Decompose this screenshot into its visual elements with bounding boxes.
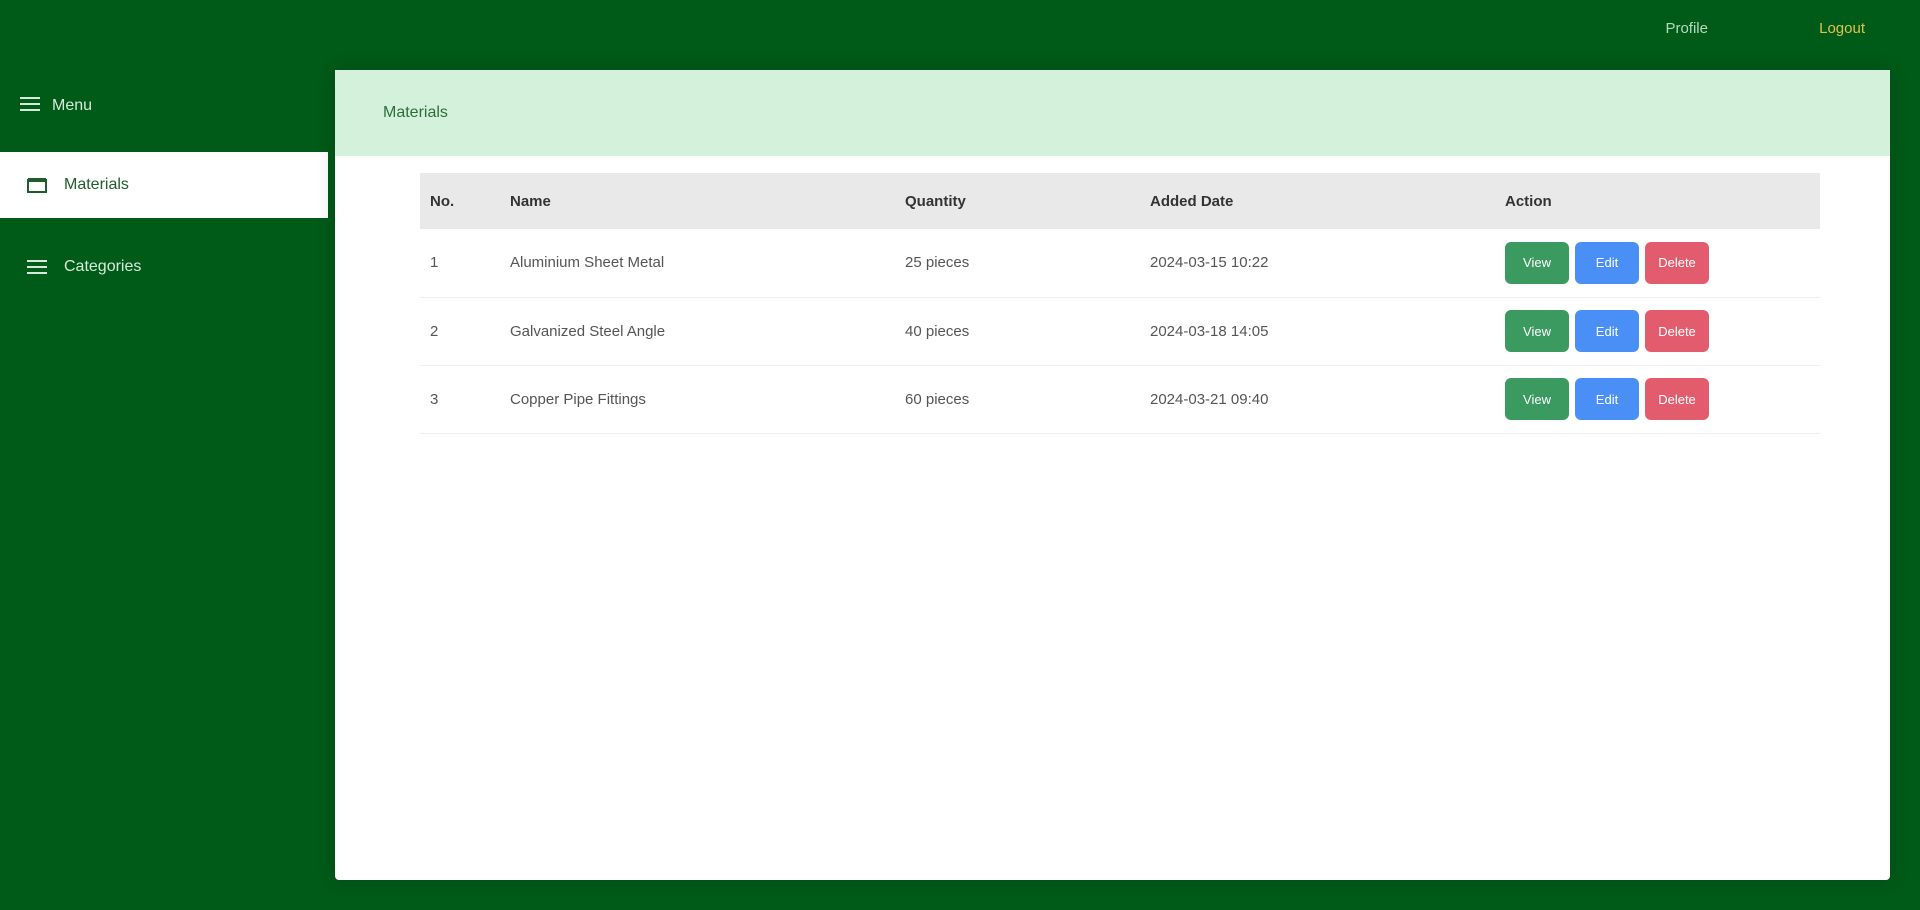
sidebar-item-label: Materials: [64, 176, 129, 193]
table-header-row: No. Name Quantity Added Date Action: [420, 173, 1820, 229]
sidebar-header: Menu: [20, 86, 92, 126]
edit-button[interactable]: Edit: [1575, 378, 1639, 420]
page-title: Materials: [383, 104, 448, 121]
table-row: 1 Aluminium Sheet Metal 25 pieces 2024-0…: [420, 229, 1820, 298]
cell-quantity: 40 pieces: [895, 297, 1140, 366]
cell-date: 2024-03-21 09:40: [1140, 365, 1495, 434]
delete-button[interactable]: Delete: [1645, 241, 1709, 284]
column-header-action: Action: [1505, 192, 1552, 210]
cell-actions: View Edit Delete: [1495, 297, 1820, 366]
sidebar: Menu Materials Categories: [0, 58, 328, 910]
card-header: Materials: [335, 70, 1890, 156]
delete-button[interactable]: Delete: [1645, 378, 1709, 420]
menu-icon: [20, 96, 40, 116]
column-header-quantity: Quantity: [905, 192, 966, 210]
edit-button[interactable]: Edit: [1575, 310, 1639, 352]
cell-actions: View Edit Delete: [1495, 365, 1820, 434]
cell-date: 2024-03-18 14:05: [1140, 297, 1495, 366]
cell-name: Galvanized Steel Angle: [500, 297, 895, 366]
cell-date: 2024-03-15 10:22: [1140, 229, 1495, 298]
sidebar-item-materials[interactable]: Materials: [0, 152, 328, 218]
cell-no: 3: [420, 365, 500, 434]
main-card: Materials No. Name Quantity Added Date A…: [335, 70, 1890, 880]
list-icon: [26, 259, 48, 275]
sidebar-item-categories[interactable]: Categories: [0, 234, 328, 300]
column-header-date: Added Date: [1150, 192, 1234, 210]
edit-button[interactable]: Edit: [1575, 241, 1639, 284]
cell-name: Copper Pipe Fittings: [500, 365, 895, 434]
view-button[interactable]: View: [1505, 378, 1569, 420]
logout-link[interactable]: Logout: [1819, 20, 1865, 37]
delete-button[interactable]: Delete: [1645, 310, 1709, 352]
cell-quantity: 25 pieces: [895, 229, 1140, 298]
profile-link[interactable]: Profile: [1665, 20, 1708, 37]
cell-no: 2: [420, 297, 500, 366]
table-row: 2 Galvanized Steel Angle 40 pieces 2024-…: [420, 297, 1820, 366]
column-header-no: No.: [430, 192, 455, 210]
sidebar-item-label: Categories: [64, 258, 142, 275]
cell-actions: View Edit Delete: [1495, 229, 1820, 298]
materials-table: No. Name Quantity Added Date Action 1 Al…: [420, 173, 1820, 434]
box-icon: [26, 177, 48, 193]
cell-no: 1: [420, 229, 500, 298]
column-header-name: Name: [510, 192, 551, 210]
cell-name: Aluminium Sheet Metal: [500, 229, 895, 298]
table-row: 3 Copper Pipe Fittings 60 pieces 2024-03…: [420, 365, 1820, 434]
cell-quantity: 60 pieces: [895, 365, 1140, 434]
sidebar-title: Menu: [52, 97, 93, 114]
top-bar: Profile Logout: [0, 0, 1920, 58]
view-button[interactable]: View: [1505, 241, 1569, 284]
view-button[interactable]: View: [1505, 310, 1569, 352]
